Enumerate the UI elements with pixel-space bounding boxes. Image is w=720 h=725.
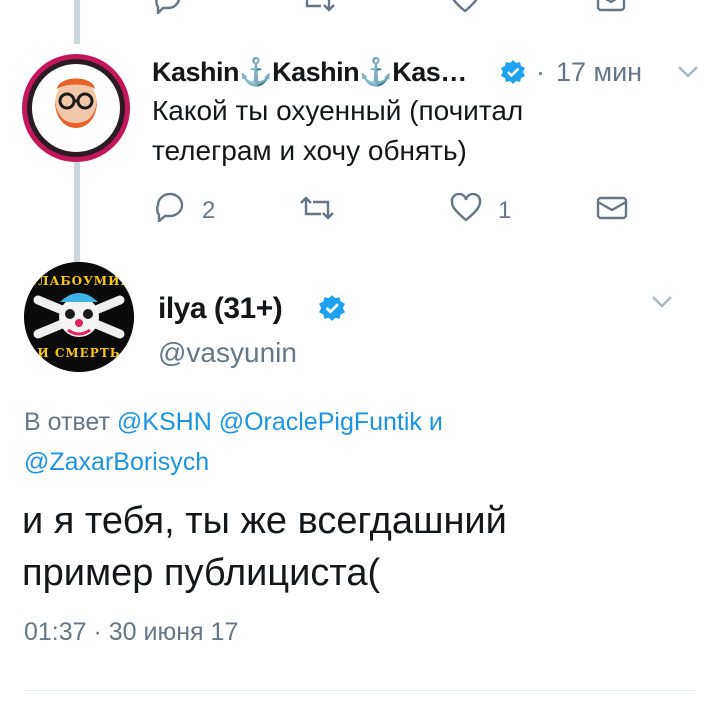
separator-dot: · bbox=[536, 57, 545, 87]
mention-link[interactable]: @KSHN bbox=[117, 408, 212, 436]
avatar[interactable] bbox=[22, 54, 130, 162]
like-icon[interactable] bbox=[450, 0, 480, 14]
user-handle[interactable]: @vasyunin bbox=[158, 337, 297, 369]
reply-and: и bbox=[428, 408, 443, 436]
reply-icon[interactable] bbox=[154, 192, 186, 222]
verified-badge-icon bbox=[501, 60, 525, 84]
reply-context: В ответ @KSHN @OraclePigFuntik и bbox=[24, 408, 443, 437]
tweet-time[interactable]: 17 мин bbox=[556, 57, 642, 88]
like-icon[interactable] bbox=[450, 193, 482, 223]
author-name[interactable]: ilya (31+) bbox=[158, 292, 283, 326]
tweet-text-line1: и я тебя, ты же всегдашний bbox=[22, 500, 507, 542]
bearded-man-with-glasses-avatar-icon bbox=[32, 64, 120, 152]
like-count: 1 bbox=[498, 197, 512, 224]
tweet-text-line2: пример публициста( bbox=[22, 552, 381, 594]
dm-icon[interactable] bbox=[596, 194, 628, 222]
avatar-text-top: СЛАБОУМИЕ bbox=[27, 274, 131, 288]
tweet-text-line1: Какой ты охуенный (почитал bbox=[152, 95, 524, 126]
tweet-ilya: СЛАБОУМИЕ И СМЕРТЬ ilya (31+) @vasyunin … bbox=[0, 262, 720, 672]
retweet-icon[interactable] bbox=[300, 0, 336, 14]
mention-link[interactable]: @ZaxarBorisych bbox=[24, 448, 209, 477]
divider bbox=[24, 690, 696, 691]
tweet-text-line2: телеграм и хочу обнять) bbox=[152, 135, 467, 166]
chevron-down-icon[interactable] bbox=[650, 294, 674, 310]
retweet-icon[interactable] bbox=[298, 194, 336, 222]
reply-prefix: В ответ bbox=[24, 408, 110, 436]
reply-icon[interactable] bbox=[153, 0, 183, 14]
mention-link[interactable]: @OraclePigFuntik bbox=[219, 408, 422, 436]
chevron-down-icon[interactable] bbox=[676, 64, 700, 80]
prev-tweet-actions bbox=[0, 0, 720, 14]
tweet-timestamp: 01:37 · 30 июня 17 bbox=[24, 618, 239, 646]
reply-count: 2 bbox=[202, 197, 216, 224]
avatar[interactable]: СЛАБОУМИЕ И СМЕРТЬ bbox=[24, 262, 134, 372]
avatar-text-bottom: И СМЕРТЬ bbox=[37, 346, 121, 360]
author-name[interactable]: Kashin⚓Kashin⚓Kas… bbox=[152, 56, 467, 88]
verified-badge-icon bbox=[319, 295, 345, 321]
tweet-kashin[interactable]: Kashin⚓Kashin⚓Kas… · 17 мин Какой ты оху… bbox=[0, 40, 720, 240]
dm-icon[interactable] bbox=[596, 0, 626, 14]
